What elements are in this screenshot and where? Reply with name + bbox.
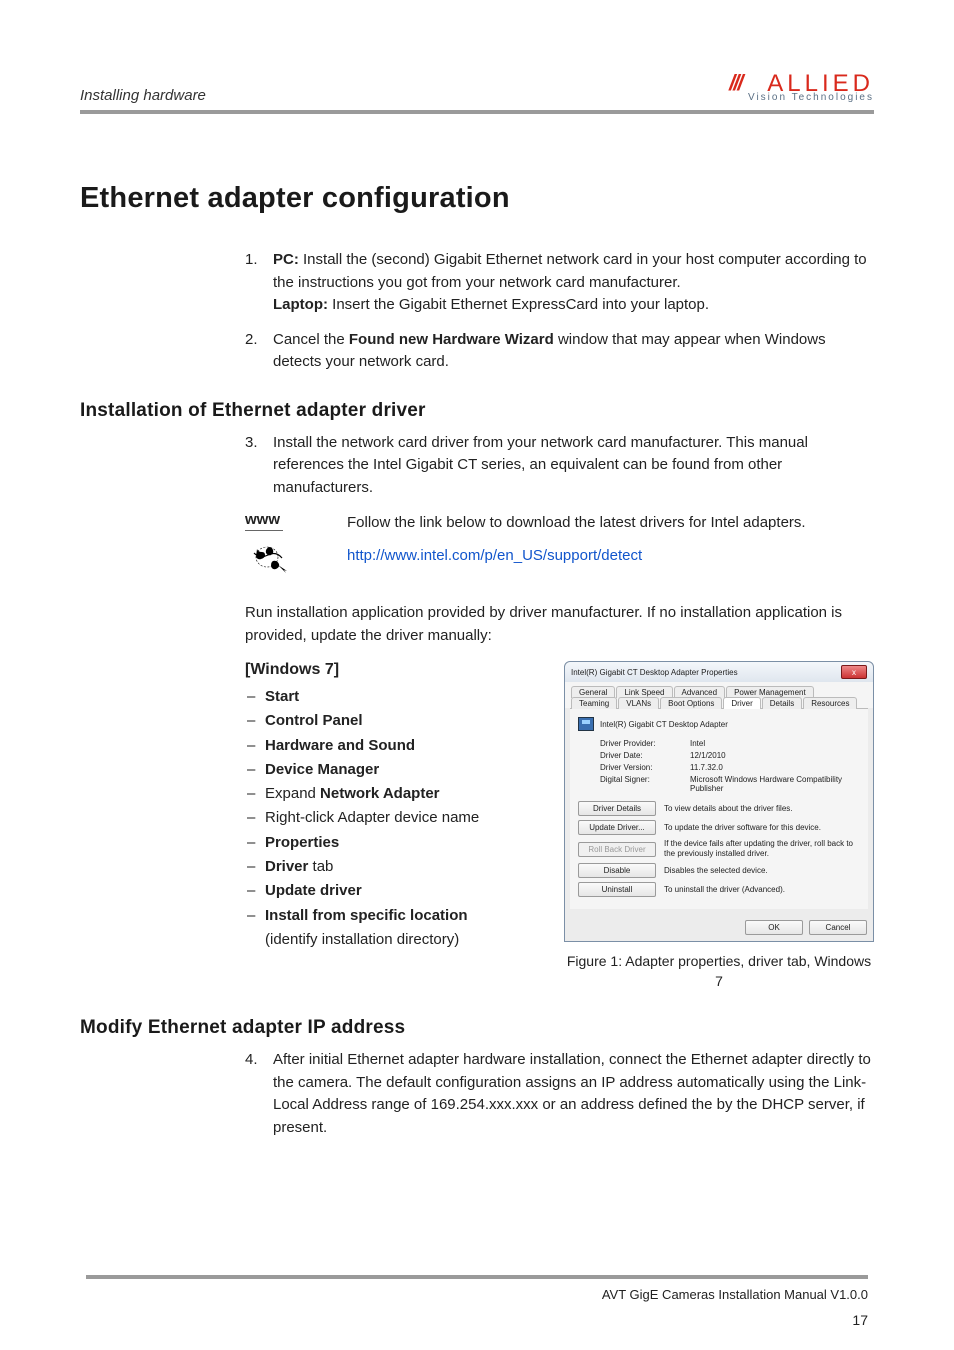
button-desc: To uninstall the driver (Advanced). — [664, 885, 860, 895]
section-title: Installing hardware — [80, 87, 206, 104]
footer-text: AVT GigE Cameras Installation Manual V1.… — [86, 1275, 868, 1302]
tabs-row-bottom: TeamingVLANsBoot OptionsDriverDetailsRes… — [565, 697, 873, 708]
dialog-title: Intel(R) Gigabit CT Desktop Adapter Prop… — [571, 668, 738, 677]
button-desc: To update the driver software for this d… — [664, 823, 860, 833]
windows-step-item: Update driver — [245, 879, 544, 903]
tabs-row-top: GeneralLink SpeedAdvancedPower Managemen… — [565, 682, 873, 697]
tab-details[interactable]: Details — [762, 697, 802, 709]
step2-pre: Cancel the — [273, 331, 349, 348]
step-3: 3. Install the network card driver from … — [245, 432, 874, 500]
driver-detailsbutton[interactable]: Driver Details — [578, 801, 656, 816]
page-number: 17 — [852, 1312, 868, 1328]
step-number: 2. — [245, 329, 258, 352]
button-desc: To view details about the driver files. — [664, 804, 860, 814]
close-icon[interactable]: x — [841, 665, 867, 679]
logo-sub: Vision Technologies — [748, 93, 874, 103]
figure-caption: Figure 1: Adapter properties, driver tab… — [564, 952, 874, 991]
www-text: Follow the link below to download the la… — [347, 511, 806, 534]
windows-step-item: Start — [245, 685, 544, 709]
logo: /// ALLIED Vision Technologies — [729, 72, 874, 104]
windows-7-heading: [Windows 7] — [245, 661, 544, 679]
kv-key: Driver Provider: — [600, 739, 690, 748]
laptop-label: Laptop: — [273, 296, 328, 313]
button-row: Driver Details To view details about the … — [578, 801, 860, 816]
step4-text: After initial Ethernet adapter hardware … — [273, 1051, 871, 1136]
windows-step-item: Install from specific location(identify … — [245, 904, 544, 953]
www-block: www Follow the link below to download th… — [245, 511, 874, 586]
page-title: Ethernet adapter configuration — [80, 182, 874, 215]
kv-value: 11.7.32.0 — [690, 763, 860, 772]
kv-key: Driver Date: — [600, 751, 690, 760]
page-header: Installing hardware /// ALLIED Vision Te… — [80, 72, 874, 114]
kv-value: 12/1/2010 — [690, 751, 860, 760]
button-row: Roll Back Driver If the device fails afte… — [578, 839, 860, 859]
windows-step-item: Driver tab — [245, 855, 544, 879]
adapter-properties-dialog: Intel(R) Gigabit CT Desktop Adapter Prop… — [564, 661, 874, 942]
step-number: 4. — [245, 1049, 258, 1072]
figure-1: Intel(R) Gigabit CT Desktop Adapter Prop… — [564, 661, 874, 991]
logo-slashes-icon: /// — [729, 72, 741, 94]
run-text: Run installation application provided by… — [245, 602, 874, 647]
pc-label: PC: — [273, 251, 299, 268]
adapter-icon — [578, 717, 594, 731]
www-link[interactable]: http://www.intel.com/p/en_US/support/det… — [347, 544, 642, 567]
kv-value: Intel — [690, 739, 860, 748]
globe-icon — [245, 537, 293, 581]
button-row: Disable Disables the selected device. — [578, 863, 860, 878]
step-1: 1. PC: Install the (second) Gigabit Ethe… — [245, 249, 874, 317]
step2-bold: Found new Hardware Wizard — [349, 331, 554, 348]
tab-resources[interactable]: Resources — [803, 697, 857, 709]
tab-boot-options[interactable]: Boot Options — [660, 697, 722, 709]
uninstallbutton[interactable]: Uninstall — [578, 882, 656, 897]
kv-value: Microsoft Windows Hardware Compatibility… — [690, 775, 860, 793]
laptop-text: Insert the Gigabit Ethernet ExpressCard … — [328, 296, 709, 313]
cancel-button[interactable]: Cancel — [809, 920, 867, 935]
button-desc: If the device fails after updating the d… — [664, 839, 860, 859]
ok-button[interactable]: OK — [745, 920, 803, 935]
tab-vlans[interactable]: VLANs — [618, 697, 659, 709]
heading-modify-ip: Modify Ethernet adapter IP address — [80, 1017, 874, 1039]
driver-info: Driver Provider:IntelDriver Date:12/1/20… — [600, 739, 860, 793]
windows-step-item: Right-click Adapter device name — [245, 806, 544, 830]
www-label: www — [245, 511, 347, 528]
step-2: 2. Cancel the Found new Hardware Wizard … — [245, 329, 874, 374]
update-driver-button[interactable]: Update Driver... — [578, 820, 656, 835]
step-number: 3. — [245, 432, 258, 455]
heading-install-driver: Installation of Ethernet adapter driver — [80, 400, 874, 422]
windows-step-item: Hardware and Sound — [245, 734, 544, 758]
button-row: Update Driver... To update the driver sof… — [578, 820, 860, 835]
step3-text: Install the network card driver from you… — [273, 434, 808, 496]
disablebutton[interactable]: Disable — [578, 863, 656, 878]
windows-step-item: Properties — [245, 831, 544, 855]
roll-back-driverbutton: Roll Back Driver — [578, 842, 656, 857]
step-number: 1. — [245, 249, 258, 272]
windows-step-item: Control Panel — [245, 709, 544, 733]
pc-text: Install the (second) Gigabit Ethernet ne… — [273, 251, 867, 291]
windows-step-item: Expand Network Adapter — [245, 782, 544, 806]
kv-key: Digital Signer: — [600, 775, 690, 793]
tab-teaming[interactable]: Teaming — [571, 697, 617, 709]
device-name: Intel(R) Gigabit CT Desktop Adapter — [600, 720, 728, 729]
button-desc: Disables the selected device. — [664, 866, 860, 876]
windows-step-item: Device Manager — [245, 758, 544, 782]
button-row: Uninstall To uninstall the driver (Advanc… — [578, 882, 860, 897]
www-underline — [245, 530, 283, 531]
tab-driver[interactable]: Driver — [723, 697, 760, 709]
windows-steps-list: StartControl PanelHardware and SoundDevi… — [245, 685, 544, 952]
kv-key: Driver Version: — [600, 763, 690, 772]
step-4: 4. After initial Ethernet adapter hardwa… — [245, 1049, 874, 1139]
